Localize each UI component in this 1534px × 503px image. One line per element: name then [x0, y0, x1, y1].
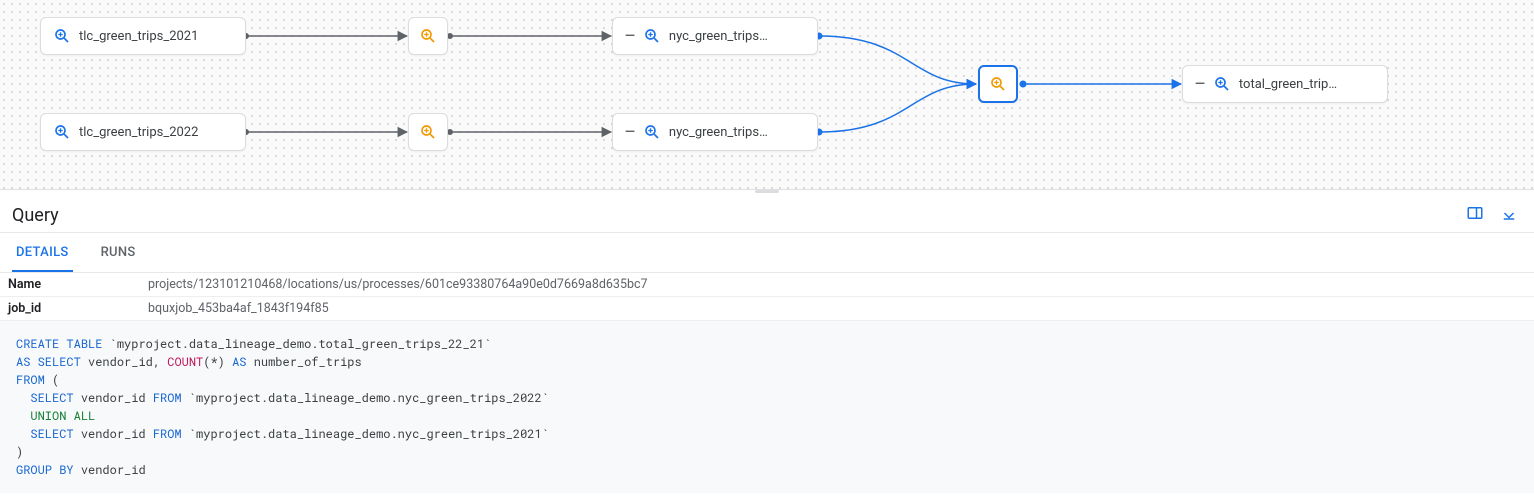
node-nyc-green-trips-1[interactable]: — nyc_green_trips…	[612, 17, 818, 55]
table-icon	[1213, 75, 1231, 93]
node-label: nyc_green_trips…	[669, 125, 768, 140]
table-row: Name projects/123101210468/locations/us/…	[0, 273, 1534, 297]
node-label: total_green_trip…	[1239, 77, 1337, 92]
tabs: DETAILS RUNS	[0, 233, 1534, 273]
node-nyc-green-trips-2[interactable]: — nyc_green_trips…	[612, 113, 818, 151]
prop-key-jobid: job_id	[8, 301, 148, 316]
node-process-1[interactable]	[408, 17, 448, 55]
table-icon	[53, 123, 71, 141]
panel-layout-icon[interactable]	[1466, 204, 1484, 226]
node-label: tlc_green_trips_2022	[79, 125, 198, 140]
node-label: tlc_green_trips_2021	[79, 29, 198, 44]
table-icon	[643, 123, 661, 141]
details-panel: Query DETAILS RUNS Name projects/1231012…	[0, 194, 1534, 493]
table-row: job_id bquxjob_453ba4af_1843f194f85	[0, 297, 1534, 321]
collapse-icon: —	[625, 29, 635, 44]
tab-runs[interactable]: RUNS	[97, 233, 140, 272]
lineage-canvas[interactable]: tlc_green_trips_2021 tlc_green_trips_202…	[0, 0, 1534, 190]
node-process-2[interactable]	[408, 113, 448, 151]
node-tlc-green-trips-2022[interactable]: tlc_green_trips_2022	[40, 113, 246, 151]
node-join-process[interactable]	[978, 65, 1018, 103]
panel-title: Query	[12, 205, 59, 226]
prop-val-jobid: bquxjob_453ba4af_1843f194f85	[148, 301, 1526, 316]
tab-details[interactable]: DETAILS	[12, 233, 73, 272]
collapse-icon: —	[625, 125, 635, 140]
node-total-green-trips[interactable]: — total_green_trip…	[1182, 65, 1388, 103]
properties-table: Name projects/123101210468/locations/us/…	[0, 273, 1534, 321]
sql-block: CREATE TABLE `myproject.data_lineage_dem…	[0, 321, 1534, 493]
panel-collapse-icon[interactable]	[1500, 204, 1518, 226]
process-icon	[419, 123, 437, 141]
table-icon	[53, 27, 71, 45]
process-icon	[419, 27, 437, 45]
table-icon	[643, 27, 661, 45]
node-label: nyc_green_trips…	[669, 29, 768, 44]
process-icon	[989, 75, 1007, 93]
collapse-icon: —	[1195, 77, 1205, 92]
node-tlc-green-trips-2021[interactable]: tlc_green_trips_2021	[40, 17, 246, 55]
prop-val-name: projects/123101210468/locations/us/proce…	[148, 277, 1526, 292]
prop-key-name: Name	[8, 277, 148, 292]
